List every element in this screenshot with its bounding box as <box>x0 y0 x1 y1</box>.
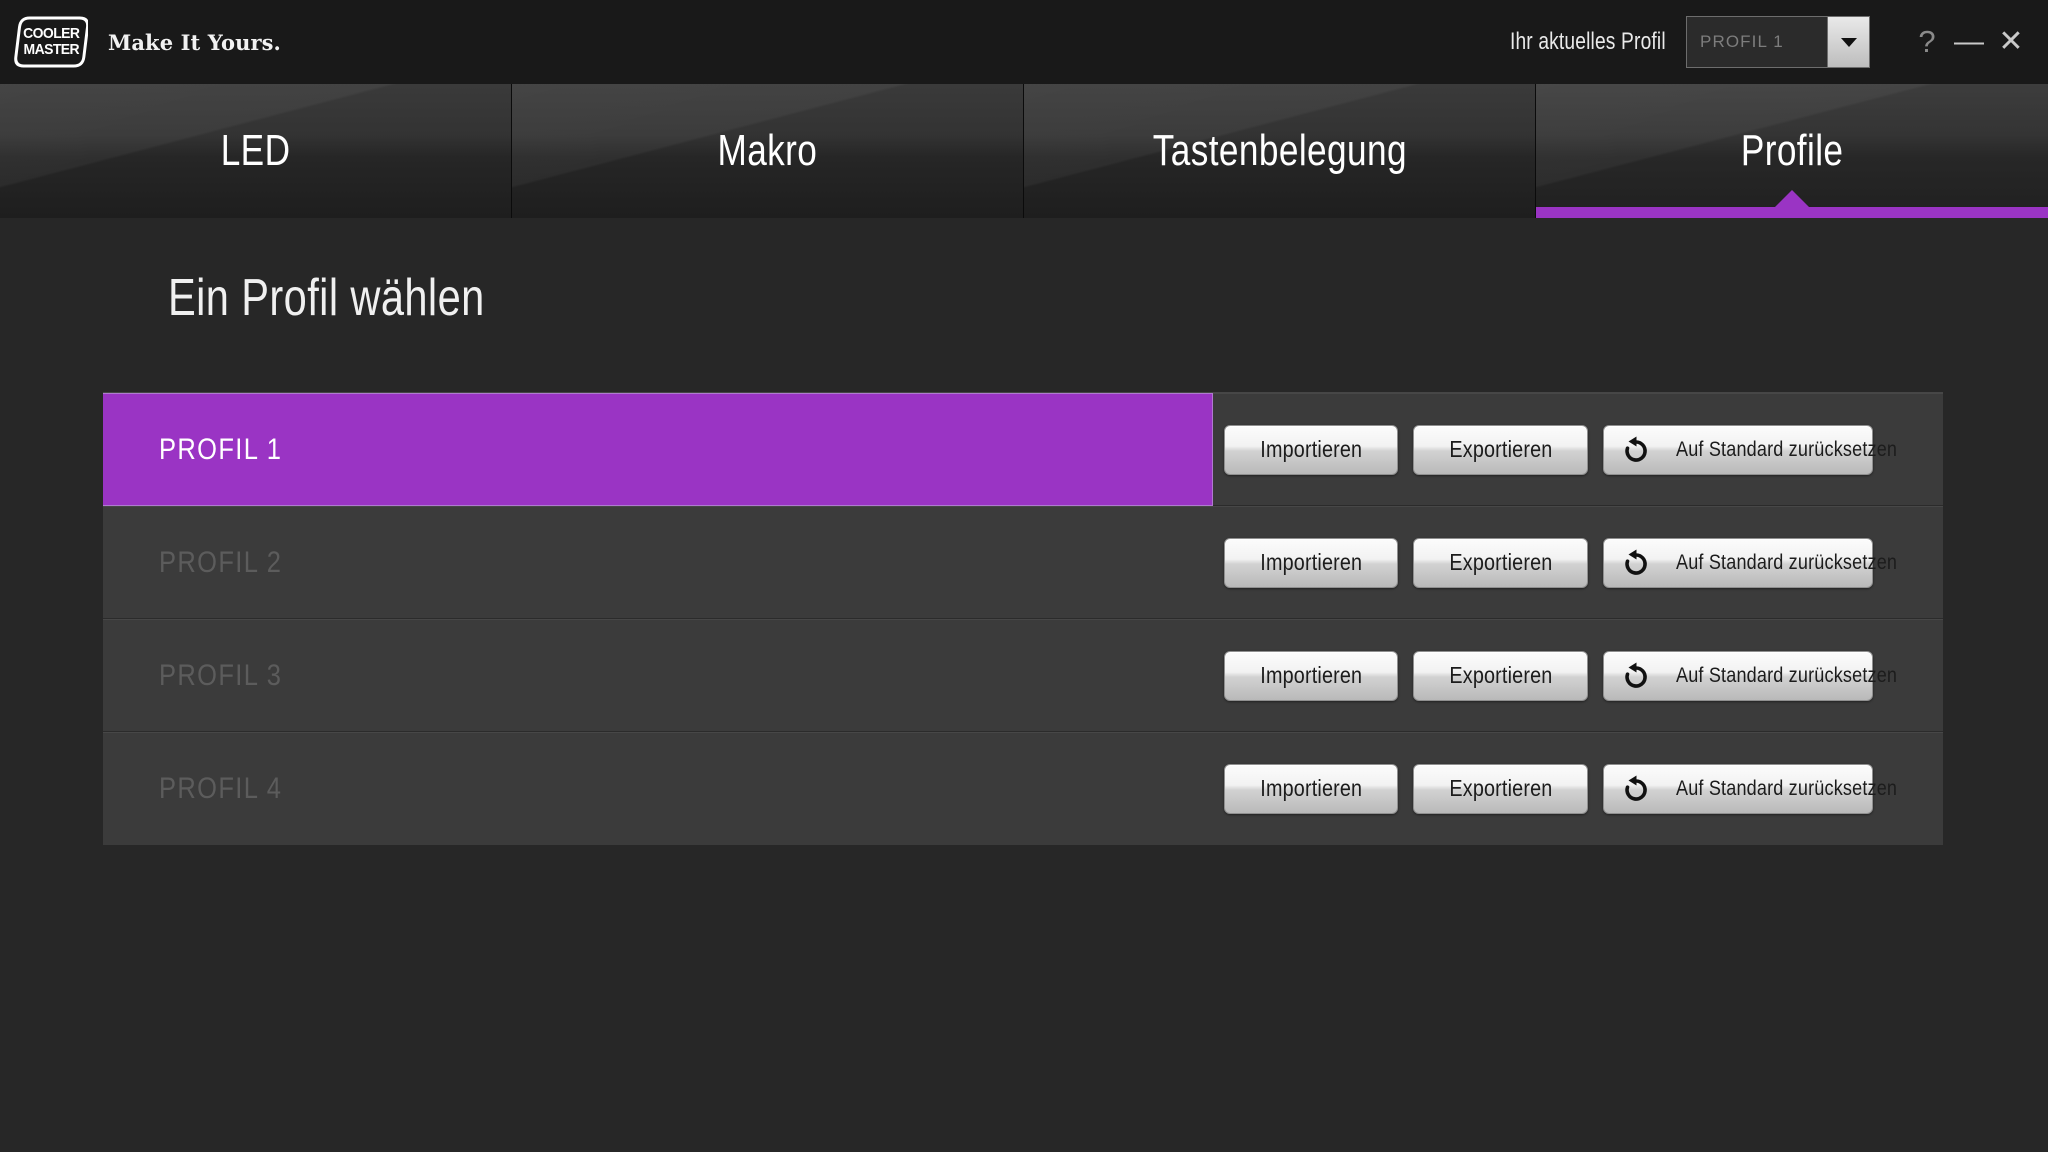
profile-row[interactable]: PROFIL 2 Importieren Exportieren Auf Sta… <box>103 506 1943 619</box>
tab-makro[interactable]: Makro <box>512 84 1024 218</box>
import-button[interactable]: Importieren <box>1224 763 1398 814</box>
badge-text: COOLER MASTER <box>22 25 80 58</box>
profile-row[interactable]: PROFIL 4 Importieren Exportieren Auf Sta… <box>103 732 1943 845</box>
export-button-label: Exportieren <box>1448 549 1553 575</box>
profile-list-panel: PROFIL 1 Importieren Exportieren Auf Sta… <box>103 392 1943 845</box>
tab-makro-label: Makro <box>717 126 818 175</box>
reset-to-default-button[interactable]: Auf Standard zurücksetzen <box>1603 650 1897 701</box>
tab-led-label: LED <box>220 126 291 175</box>
profile-row-actions: Importieren Exportieren Auf Standard zur… <box>1224 732 1897 845</box>
profile-row[interactable]: PROFIL 1 Importieren Exportieren Auf Sta… <box>103 393 1943 506</box>
export-button-label: Exportieren <box>1448 775 1553 801</box>
tagline: Make It Yours. <box>108 29 281 55</box>
brand-logo: COOLER MASTER Make It Yours. <box>14 15 281 69</box>
undo-arrow-icon <box>1625 436 1647 462</box>
tab-tastenbelegung[interactable]: Tastenbelegung <box>1024 84 1536 218</box>
profile-row-actions: Importieren Exportieren Auf Standard zur… <box>1224 506 1897 619</box>
export-button[interactable]: Exportieren <box>1413 650 1588 701</box>
profile-row[interactable]: PROFIL 3 Importieren Exportieren Auf Sta… <box>103 619 1943 732</box>
main-tab-bar: LED Makro Tastenbelegung Profile <box>0 84 2048 218</box>
tab-led[interactable]: LED <box>0 84 512 218</box>
active-tab-pointer-icon <box>1775 190 1809 207</box>
cooler-master-badge-icon: COOLER MASTER <box>14 15 88 69</box>
chevron-down-icon <box>1840 37 1857 47</box>
profile-select-value: PROFIL 1 <box>1700 32 1784 51</box>
window-controls: ? — ✕ <box>1906 26 2032 57</box>
reset-button-label: Auf Standard zurücksetzen <box>1676 437 1898 461</box>
profile-name: PROFIL 2 <box>159 545 283 579</box>
undo-arrow-icon <box>1625 775 1647 801</box>
import-button-label: Importieren <box>1260 662 1362 688</box>
import-button-label: Importieren <box>1260 775 1362 801</box>
reset-to-default-button[interactable]: Auf Standard zurücksetzen <box>1603 537 1897 588</box>
profile-row-actions: Importieren Exportieren Auf Standard zur… <box>1224 619 1897 732</box>
undo-arrow-icon <box>1625 662 1647 688</box>
undo-arrow-icon <box>1625 549 1647 575</box>
reset-button-label: Auf Standard zurücksetzen <box>1676 550 1898 574</box>
reset-to-default-button[interactable]: Auf Standard zurücksetzen <box>1603 424 1897 475</box>
active-tab-underline <box>1536 207 2048 218</box>
profile-row-actions: Importieren Exportieren Auf Standard zur… <box>1224 393 1897 506</box>
export-button[interactable]: Exportieren <box>1413 763 1588 814</box>
profile-select-cell[interactable]: PROFIL 3 <box>103 619 1213 732</box>
tab-profile[interactable]: Profile <box>1536 84 2048 218</box>
reset-button-label: Auf Standard zurücksetzen <box>1676 776 1898 800</box>
close-button[interactable]: ✕ <box>1990 27 2032 57</box>
import-button-label: Importieren <box>1260 436 1362 462</box>
import-button[interactable]: Importieren <box>1224 537 1398 588</box>
tab-tastenbelegung-label: Tastenbelegung <box>1152 126 1407 175</box>
import-button-label: Importieren <box>1260 549 1362 575</box>
profile-select-arrow-button[interactable] <box>1827 17 1869 67</box>
profile-select-cell[interactable]: PROFIL 2 <box>103 506 1213 619</box>
header-right-group: Ihr aktuelles Profil PROFIL 1 ? — ✕ <box>1471 0 2048 84</box>
profile-name: PROFIL 3 <box>159 658 283 692</box>
export-button-label: Exportieren <box>1448 436 1553 462</box>
page-title: Ein Profil wählen <box>168 269 485 327</box>
tab-profile-label: Profile <box>1740 126 1844 175</box>
export-button-label: Exportieren <box>1448 662 1553 688</box>
title-bar: COOLER MASTER Make It Yours. Ihr aktuell… <box>0 0 2048 84</box>
application-window: COOLER MASTER Make It Yours. Ihr aktuell… <box>0 0 2048 1152</box>
reset-button-label: Auf Standard zurücksetzen <box>1676 663 1898 687</box>
current-profile-label: Ihr aktuelles Profil <box>1510 28 1666 55</box>
main-content: Ein Profil wählen PROFIL 1 Importieren E… <box>0 218 2048 1152</box>
import-button[interactable]: Importieren <box>1224 650 1398 701</box>
profile-select-dropdown[interactable]: PROFIL 1 <box>1686 16 1870 68</box>
profile-name: PROFIL 1 <box>159 432 283 466</box>
profile-select-cell[interactable]: PROFIL 1 <box>103 393 1213 506</box>
minimize-button[interactable]: — <box>1948 27 1990 57</box>
reset-to-default-button[interactable]: Auf Standard zurücksetzen <box>1603 763 1897 814</box>
help-button[interactable]: ? <box>1906 26 1948 57</box>
profile-name: PROFIL 4 <box>159 771 283 805</box>
export-button[interactable]: Exportieren <box>1413 537 1588 588</box>
import-button[interactable]: Importieren <box>1224 424 1398 475</box>
export-button[interactable]: Exportieren <box>1413 424 1588 475</box>
profile-select-cell[interactable]: PROFIL 4 <box>103 732 1213 845</box>
